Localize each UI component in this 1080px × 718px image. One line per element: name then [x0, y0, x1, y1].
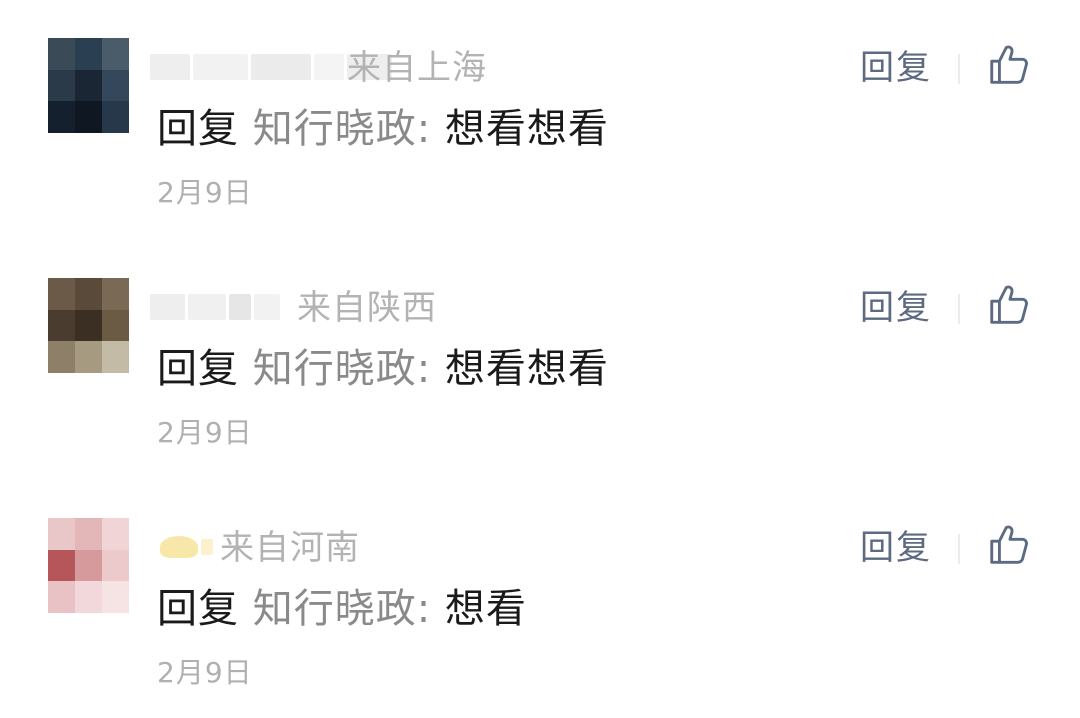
- comment-text: 回复 知行晓政: 想看想看: [157, 105, 609, 153]
- reply-button[interactable]: 回复: [860, 288, 932, 328]
- location-label: 来自上海: [347, 48, 487, 88]
- comment-date: 2月9日: [157, 656, 253, 689]
- reply-body: 想看想看: [444, 106, 609, 152]
- location-label: 来自河南: [220, 528, 360, 568]
- reply-body: 想看想看: [444, 346, 609, 392]
- reply-prefix: 回复: [157, 106, 239, 152]
- reply-button[interactable]: 回复: [860, 528, 932, 568]
- thumbs-up-icon[interactable]: [986, 42, 1032, 88]
- comment-item: 来自上海 回复 知行晓政: 想看想看 2月9日 回复: [0, 38, 1080, 238]
- comment-item: 来自河南 回复 知行晓政: 想看 2月9日 回复: [0, 518, 1080, 718]
- comment-text: 回复 知行晓政: 想看: [157, 585, 527, 633]
- reply-colon: :: [416, 586, 432, 632]
- reply-target-user[interactable]: 知行晓政: [253, 586, 417, 632]
- thumbs-up-icon[interactable]: [986, 522, 1032, 568]
- avatar[interactable]: [48, 38, 129, 133]
- username-blurred[interactable]: [150, 290, 280, 324]
- reply-target-user[interactable]: 知行晓政: [253, 106, 417, 152]
- avatar[interactable]: [48, 518, 129, 613]
- divider: [958, 54, 960, 84]
- reply-button[interactable]: 回复: [860, 48, 932, 88]
- avatar[interactable]: [48, 278, 129, 373]
- divider: [958, 534, 960, 564]
- reply-colon: :: [416, 346, 432, 392]
- reply-colon: :: [416, 106, 432, 152]
- reply-prefix: 回复: [157, 346, 239, 392]
- username-blurred[interactable]: [160, 530, 213, 564]
- comment-date: 2月9日: [157, 416, 253, 449]
- comment-date: 2月9日: [157, 176, 253, 209]
- location-label: 来自陕西: [297, 288, 437, 328]
- reply-prefix: 回复: [157, 586, 239, 632]
- comment-item: 来自陕西 回复 知行晓政: 想看想看 2月9日 回复: [0, 278, 1080, 478]
- reply-target-user[interactable]: 知行晓政: [253, 346, 417, 392]
- thumbs-up-icon[interactable]: [986, 282, 1032, 328]
- comment-text: 回复 知行晓政: 想看想看: [157, 345, 609, 393]
- reply-body: 想看: [444, 586, 527, 632]
- divider: [958, 294, 960, 324]
